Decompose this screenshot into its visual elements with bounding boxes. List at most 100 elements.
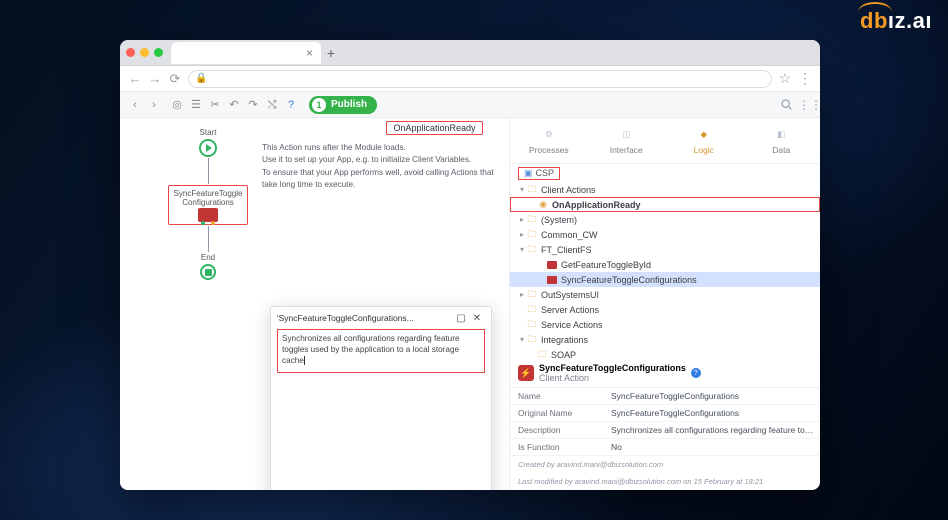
tree-outsystemsui[interactable]: ▸🗀OutSystemsUI (510, 287, 820, 302)
search-icon[interactable] (779, 98, 793, 112)
url-input[interactable]: 🔒 (188, 70, 772, 88)
dialog-title: 'SyncFeatureToggleConfigurations... (277, 313, 414, 323)
start-node[interactable] (199, 139, 217, 157)
history-fwd-icon[interactable]: › (147, 98, 161, 112)
forward-icon[interactable]: → (148, 71, 162, 86)
publish-label: Publish (331, 99, 367, 110)
tree-soap[interactable]: 🗀SOAP (510, 347, 820, 359)
replace-icon[interactable]: ⤭ (265, 98, 279, 112)
properties-grid: NameSyncFeatureToggleConfigurations Orig… (510, 387, 820, 456)
browser-addressbar: ← → ⟳ 🔒 ☆ ⋮ (120, 66, 820, 92)
ide-toolbar: ‹ › ◎ ☰ ✂ ↶ ↷ ⤭ ? 1 Publish ⋮⋮⋮ (120, 92, 820, 118)
minimize-window-icon[interactable] (140, 48, 149, 57)
browser-tabstrip: × + (120, 40, 820, 66)
bolt-icon: ⚡ (518, 365, 534, 381)
description-dialog: 'SyncFeatureToggleConfigurations... ▢ ✕ … (270, 306, 492, 490)
module-icon: ▣ (524, 168, 533, 179)
close-tab-icon[interactable]: × (306, 46, 313, 60)
tree-common-cw[interactable]: ▸🗀Common_CW (510, 227, 820, 242)
prop-row-original-name[interactable]: Original NameSyncFeatureToggleConfigurat… (510, 405, 820, 422)
tree-on-app-ready[interactable]: ◉OnApplicationReady (510, 197, 820, 212)
start-label: Start (168, 128, 248, 137)
close-icon[interactable]: ✕ (469, 313, 485, 324)
tree-service-actions[interactable]: 🗀Service Actions (510, 317, 820, 332)
tree-integrations[interactable]: ▾🗀Integrations (510, 332, 820, 347)
text-cursor (304, 356, 305, 365)
reload-icon[interactable]: ⟳ (168, 71, 182, 87)
meta-created: Created by aravind.mani@dbizsolution.com (510, 456, 820, 473)
connector (208, 158, 209, 184)
apps-icon[interactable]: ⋮⋮⋮ (798, 98, 812, 112)
folder-icon: 🗀 (526, 215, 538, 225)
prop-row-name[interactable]: NameSyncFeatureToggleConfigurations (510, 388, 820, 405)
more-icon[interactable]: ⋮ (798, 70, 812, 87)
close-window-icon[interactable] (126, 48, 135, 57)
action-icon: ◉ (537, 200, 549, 210)
end-label: End (168, 253, 248, 262)
redo-icon[interactable]: ↷ (246, 98, 260, 112)
info-icon[interactable]: ? (691, 368, 701, 378)
data-icon: ◧ (773, 126, 789, 142)
tree-system[interactable]: ▸🗀(System) (510, 212, 820, 227)
browser-window: × + ← → ⟳ 🔒 ☆ ⋮ ‹ › ◎ ☰ ✂ ↶ ↷ ⤭ ? 1 Publ… (120, 40, 820, 490)
tree-client-actions[interactable]: ▾🗀Client Actions (510, 182, 820, 197)
folder-icon: 🗀 (526, 245, 538, 255)
prop-subtitle: Client Action (539, 373, 686, 383)
cut-icon[interactable]: ✂ (208, 98, 222, 112)
logic-tree: ▾🗀Client Actions ◉OnApplicationReady ▸🗀(… (510, 182, 820, 359)
maximize-window-icon[interactable] (154, 48, 163, 57)
publish-badge: 1 (312, 98, 326, 112)
description-textarea[interactable]: Synchronizes all configurations regardin… (277, 329, 485, 373)
tab-logic[interactable]: ◆Logic (665, 118, 743, 163)
folder-icon: 🗀 (526, 230, 538, 240)
dialog-header: 'SyncFeatureToggleConfigurations... ▢ ✕ (271, 307, 491, 329)
tree-sync-ftc[interactable]: SyncFeatureToggleConfigurations (510, 272, 820, 287)
canvas-description: This Action runs after the Module loads.… (262, 142, 497, 191)
client-action-icon (546, 275, 558, 285)
interface-icon: ◫ (618, 126, 634, 142)
processes-icon: ⚙ (541, 126, 557, 142)
tree-server-actions[interactable]: 🗀Server Actions (510, 302, 820, 317)
connector (208, 226, 209, 252)
folder-icon: 🗀 (526, 290, 538, 300)
tab-interface[interactable]: ◫Interface (588, 118, 666, 163)
help-icon[interactable]: ? (284, 98, 298, 112)
tree-get-ft-by-id[interactable]: GetFeatureToggleById (510, 257, 820, 272)
module-row[interactable]: ▣CSP (510, 164, 820, 182)
back-icon[interactable]: ← (128, 71, 142, 86)
folder-icon: 🗀 (526, 335, 538, 345)
folder-icon: 🗀 (536, 350, 548, 360)
prop-row-is-function[interactable]: Is FunctionNo (510, 439, 820, 456)
browser-tab[interactable]: × (171, 42, 321, 64)
end-node[interactable] (200, 264, 216, 280)
new-tab-button[interactable]: + (321, 45, 341, 61)
ide-content: OnApplicationReady Start SyncFeatureTogg… (120, 118, 820, 490)
right-panel: ⚙Processes ◫Interface ◆Logic ◧Data ▣CSP … (510, 118, 820, 490)
history-back-icon[interactable]: ‹ (128, 98, 142, 112)
prop-row-description[interactable]: DescriptionSynchronizes all configuratio… (510, 422, 820, 439)
client-action-icon (546, 260, 558, 270)
flow-column: Start SyncFeatureToggle Configurations E… (168, 128, 248, 280)
bookmark-icon[interactable]: ☆ (778, 70, 792, 87)
node-label: SyncFeatureToggle Configurations (171, 189, 245, 207)
tab-data[interactable]: ◧Data (743, 118, 821, 163)
sync-node[interactable]: SyncFeatureToggle Configurations (168, 185, 248, 225)
folder-icon: 🗀 (526, 305, 538, 315)
folder-icon: 🗀 (526, 320, 538, 330)
undo-icon[interactable]: ↶ (227, 98, 241, 112)
publish-button[interactable]: 1 Publish (309, 96, 377, 114)
window-controls (126, 48, 163, 57)
tree-icon[interactable]: ☰ (189, 98, 203, 112)
folder-icon: 🗀 (526, 185, 538, 195)
properties-header: ⚡ SyncFeatureToggleConfigurations Client… (510, 359, 820, 387)
maximize-icon[interactable]: ▢ (453, 313, 469, 324)
logic-icon: ◆ (696, 126, 712, 142)
brand-logo: dbız.aı (860, 8, 932, 34)
meta-modified: Last modified by aravind.mani@dbizsoluti… (510, 473, 820, 490)
lock-icon: 🔒 (195, 73, 207, 84)
target-icon[interactable]: ◎ (170, 98, 184, 112)
tree-ft-clientfs[interactable]: ▾🗀FT_ClientFS (510, 242, 820, 257)
prop-title: SyncFeatureToggleConfigurations (539, 363, 686, 373)
right-tabs: ⚙Processes ◫Interface ◆Logic ◧Data (510, 118, 820, 164)
tab-processes[interactable]: ⚙Processes (510, 118, 588, 163)
